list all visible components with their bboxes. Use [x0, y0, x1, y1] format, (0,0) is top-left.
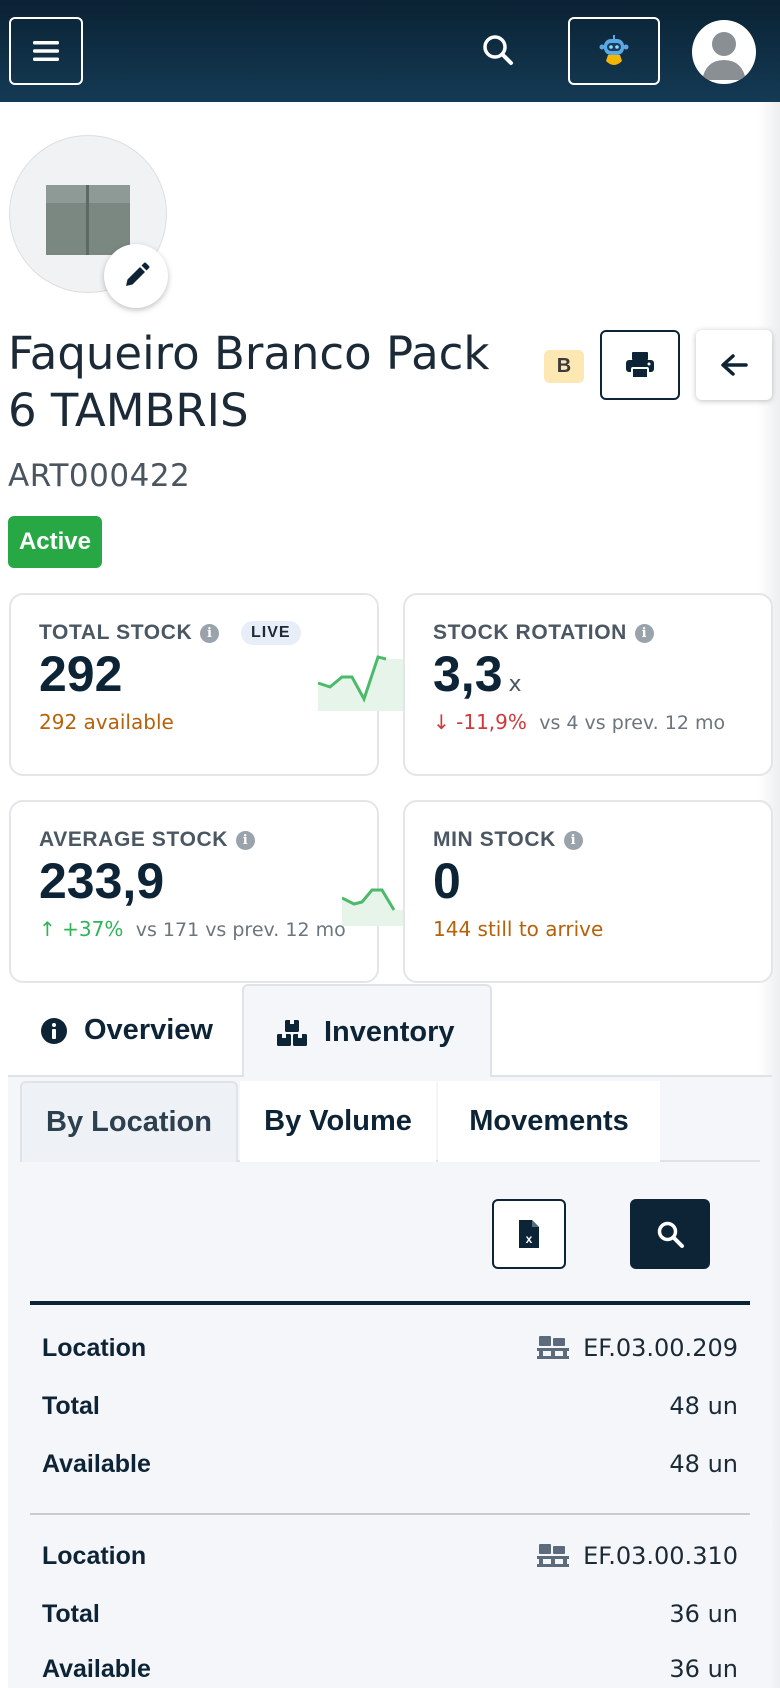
available-row: Available 36 un — [30, 1640, 750, 1688]
edit-image-button[interactable] — [104, 244, 168, 308]
pallet-icon — [537, 1544, 570, 1567]
stock-rotation-label: STOCK ROTATION — [433, 621, 627, 644]
subtab-movements[interactable]: Movements — [438, 1081, 660, 1162]
location-row: Location EF.03.00.310 — [30, 1527, 750, 1585]
pencil-icon — [126, 262, 150, 286]
stock-rotation-value: 3,3 — [433, 646, 503, 702]
info-icon[interactable]: i — [563, 830, 583, 850]
info-icon[interactable]: i — [236, 830, 256, 850]
location-value-group: EF.03.00.209 — [537, 1334, 738, 1362]
location-value-group: EF.03.00.310 — [537, 1542, 738, 1570]
search-button[interactable] — [478, 30, 518, 70]
top-navigation-bar — [0, 0, 780, 102]
inventory-panel: By Location By Volume Movements x Locati… — [8, 1077, 772, 1688]
product-title: Faqueiro Branco Pack 6 TAMBRIS — [8, 327, 490, 437]
min-stock-card: MIN STOCK i 0 144 still to arrive — [403, 800, 773, 983]
stock-rotation-change: -11,9% — [456, 710, 527, 734]
total-stock-label: TOTAL STOCK — [39, 621, 193, 644]
average-stock-label: AVERAGE STOCK — [39, 828, 229, 851]
excel-file-icon: x — [519, 1220, 539, 1248]
info-icon[interactable]: i — [200, 623, 220, 643]
arrow-down-icon: ↓ — [433, 710, 450, 734]
available-label: Available — [42, 1654, 151, 1683]
tab-overview[interactable]: Overview — [40, 984, 213, 1077]
subtab-by-volume[interactable]: By Volume — [240, 1081, 436, 1162]
stock-rotation-unit: x — [508, 672, 522, 697]
available-value: 36 un — [669, 1655, 738, 1683]
arrow-left-icon — [721, 354, 748, 376]
average-stock-compare: vs 171 vs prev. 12 mo — [135, 919, 346, 941]
average-stock-comparison: ↑ +37% vs 171 vs prev. 12 mo — [39, 917, 346, 941]
inventory-subtabs: By Location By Volume Movements — [20, 1081, 760, 1162]
menu-icon — [33, 41, 59, 61]
average-stock-sparkline — [342, 888, 412, 926]
tab-inventory-label: Inventory — [324, 1016, 455, 1048]
product-box-picture — [46, 185, 130, 255]
user-avatar[interactable] — [692, 20, 756, 84]
info-circle-icon — [41, 1017, 67, 1044]
printer-icon — [626, 352, 654, 379]
location-record: Location EF.03.00.310 Total 36 un Availa… — [30, 1513, 750, 1688]
location-value: EF.03.00.310 — [583, 1542, 738, 1570]
arrow-up-icon: ↑ — [39, 917, 56, 941]
total-stock-label-row: TOTAL STOCK i — [39, 621, 220, 645]
total-stock-value: 292 — [39, 646, 123, 702]
search-records-button[interactable] — [630, 1199, 710, 1269]
svg-text:x: x — [526, 1232, 533, 1246]
total-stock-sparkline — [317, 655, 412, 711]
total-stock-available: 292 available — [39, 710, 174, 734]
search-icon — [657, 1221, 684, 1248]
location-label: Location — [42, 1333, 147, 1362]
assistant-robot-icon — [599, 35, 629, 65]
export-excel-button[interactable]: x — [492, 1199, 566, 1269]
main-tabs: Overview Inventory — [8, 984, 772, 1079]
total-value: 36 un — [669, 1600, 738, 1628]
pallet-icon — [537, 1336, 570, 1359]
back-button[interactable] — [696, 330, 772, 400]
stock-rotation-compare: vs 4 vs prev. 12 mo — [539, 712, 726, 734]
available-row: Available 48 un — [30, 1435, 750, 1493]
total-row: Total 48 un — [30, 1377, 750, 1435]
tab-overview-label: Overview — [84, 1014, 213, 1046]
average-stock-change: +37% — [62, 917, 124, 941]
product-code: ART000422 — [8, 458, 191, 494]
min-stock-label-row: MIN STOCK i — [433, 828, 583, 852]
total-stock-card: TOTAL STOCK i LIVE 292 292 available — [9, 593, 412, 776]
tab-inventory[interactable]: Inventory — [242, 984, 492, 1079]
stock-rotation-label-row: STOCK ROTATION i — [433, 621, 654, 645]
available-label: Available — [42, 1449, 151, 1478]
info-icon[interactable]: i — [634, 623, 654, 643]
user-avatar-icon — [702, 32, 746, 80]
assistant-button[interactable] — [568, 17, 660, 85]
total-label: Total — [42, 1391, 100, 1420]
stock-rotation-card: STOCK ROTATION i 3,3 x ↓ -11,9% vs 4 vs p… — [403, 593, 773, 776]
average-stock-card: AVERAGE STOCK i 233,9 ↑ +37% vs 171 vs p… — [9, 800, 412, 983]
location-label: Location — [42, 1541, 147, 1570]
menu-button[interactable] — [9, 17, 83, 85]
min-stock-label: MIN STOCK — [433, 828, 556, 851]
total-label: Total — [42, 1599, 100, 1628]
average-stock-label-row: AVERAGE STOCK i — [39, 828, 256, 852]
total-value: 48 un — [669, 1392, 738, 1420]
min-stock-value: 0 — [433, 853, 461, 909]
stock-rotation-value-row: 3,3 x — [433, 645, 522, 703]
average-stock-value: 233,9 — [39, 853, 165, 909]
location-value: EF.03.00.209 — [583, 1334, 738, 1362]
subtab-by-location[interactable]: By Location — [20, 1081, 238, 1162]
available-value: 48 un — [669, 1450, 738, 1478]
location-record: Location EF.03.00.209 Total 48 un Availa… — [30, 1301, 750, 1510]
box-seam — [86, 185, 89, 255]
boxes-icon — [277, 1019, 307, 1046]
min-stock-to-arrive: 144 still to arrive — [433, 917, 604, 941]
search-icon — [483, 35, 513, 65]
abc-class-badge: B — [544, 350, 584, 383]
live-badge: LIVE — [241, 621, 301, 645]
print-button[interactable] — [600, 330, 680, 400]
total-row: Total 36 un — [30, 1585, 750, 1643]
status-badge: Active — [8, 516, 102, 568]
location-row: Location EF.03.00.209 — [30, 1319, 750, 1377]
stock-rotation-comparison: ↓ -11,9% vs 4 vs prev. 12 mo — [433, 710, 725, 734]
